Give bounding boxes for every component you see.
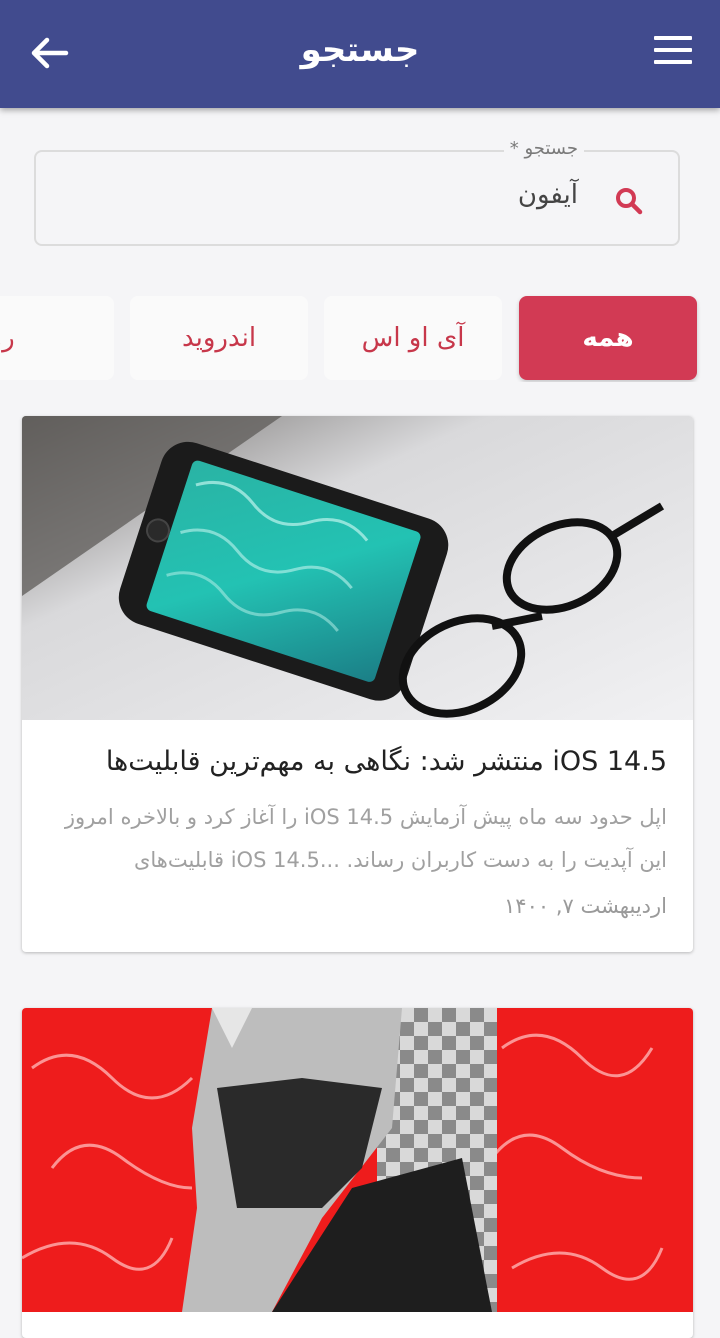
search-label: جستجو * (503, 138, 584, 159)
category-filter-bar: همه آی او اس اندروید روباتیک (0, 294, 720, 382)
search-icon[interactable] (614, 186, 644, 216)
hamburger-menu-icon[interactable] (654, 36, 692, 68)
search-input[interactable]: جستجو * آیفون (34, 138, 680, 246)
article-excerpt: اپل حدود سه ماه پیش آزمایش iOS 14.5 را آ… (64, 805, 667, 872)
chip-ios[interactable]: آی او اس (324, 296, 502, 380)
article-card[interactable] (22, 1008, 693, 1338)
page-title: جستجو (300, 30, 420, 70)
article-headline[interactable]: iOS 14.5 منتشر شد: نگاهی به مهم‌ترین قاب… (47, 746, 667, 777)
article-card[interactable]: iOS 14.5 منتشر شد: نگاهی به مهم‌ترین قاب… (22, 416, 693, 952)
article-thumbnail (22, 416, 693, 720)
article-thumbnail (22, 1008, 693, 1312)
chip-all[interactable]: همه (519, 296, 697, 380)
app-bar: جستجو (0, 0, 720, 108)
chip-android[interactable]: اندروید (130, 296, 308, 380)
chip-robotics[interactable]: روباتیک (0, 296, 114, 380)
article-date: اردیبهشت ۷, ۱۴۰۰ (504, 894, 667, 918)
search-value[interactable]: آیفون (518, 180, 578, 210)
